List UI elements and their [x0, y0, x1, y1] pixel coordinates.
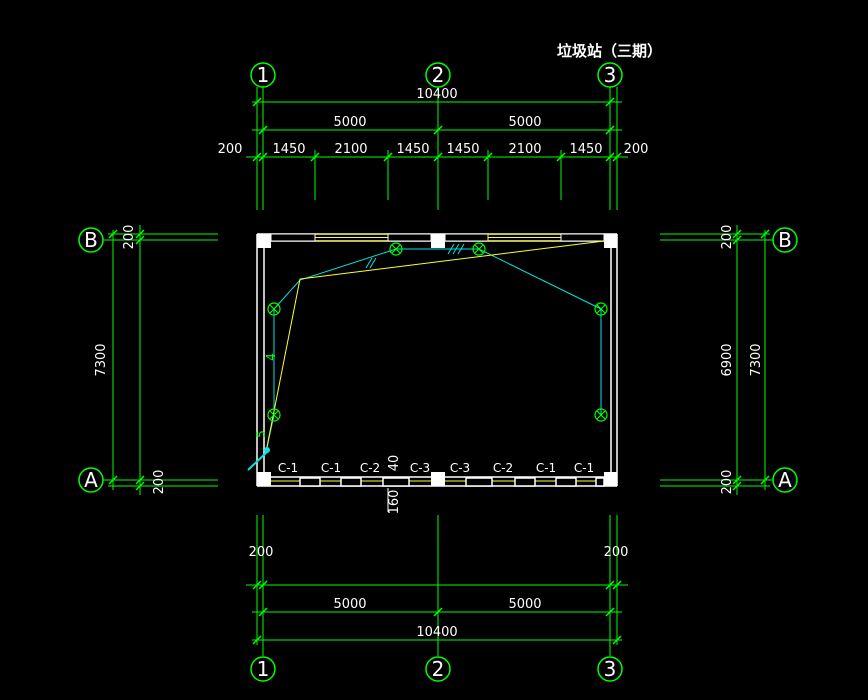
left-dim-ticks — [108, 229, 145, 491]
drawing-title: 垃圾站（三期） — [557, 42, 662, 60]
axis-label: B — [84, 228, 98, 252]
axis-label: 2 — [432, 63, 445, 87]
window-label: C-1 — [574, 461, 594, 475]
building-walls — [256, 233, 618, 487]
axis-label: A — [84, 468, 98, 492]
dim-top-span-1: 5000 — [333, 115, 366, 130]
dim-top-segment: 2100 — [508, 142, 541, 157]
dim-bottom-total: 10400 — [416, 625, 457, 640]
dim-small-40: 40 — [387, 455, 402, 472]
axis-bubble-1-top: 1 — [250, 62, 276, 88]
dim-left-top-offset: 200 — [122, 225, 137, 250]
dim-right-total: 7300 — [749, 343, 764, 376]
window-label: C-3 — [410, 461, 430, 475]
dim-bottom-right-offset: 200 — [604, 545, 629, 560]
window-label: C-1 — [536, 461, 556, 475]
axis-bubble-3-top: 3 — [597, 62, 623, 88]
axis-bubble-3-bottom: 3 — [597, 656, 623, 682]
dim-top-left-offset: 200 — [218, 142, 243, 157]
dim-top-segment: 1450 — [446, 142, 479, 157]
dim-top-right-offset: 200 — [624, 142, 649, 157]
left-dim-lines — [103, 225, 218, 495]
dim-right-bottom-offset: 200 — [720, 470, 735, 495]
axis-bubble-b-right: B — [772, 227, 798, 253]
window-label: C-2 — [493, 461, 513, 475]
axis-label: 3 — [604, 657, 617, 681]
dim-right-inner: 6900 — [720, 343, 735, 376]
wire-label-5: 5 — [254, 430, 268, 438]
axis-bubble-a-right: A — [772, 467, 798, 493]
axis-bubble-a-left: A — [78, 467, 104, 493]
axis-label: A — [778, 468, 792, 492]
dim-top-segment: 2100 — [334, 142, 367, 157]
window-label: C-1 — [278, 461, 298, 475]
dim-top-segment: 1450 — [396, 142, 429, 157]
dim-top-span-2: 5000 — [508, 115, 541, 130]
axis-label: B — [778, 228, 792, 252]
axis-label: 1 — [257, 63, 270, 87]
axis-bubble-2-bottom: 2 — [425, 656, 451, 682]
yellow-wiring — [265, 240, 605, 453]
wire-label-4: 4 — [264, 353, 278, 361]
dim-top-segment: 1450 — [272, 142, 305, 157]
dim-top-total: 10400 — [416, 87, 457, 102]
axis-bubble-2-top: 2 — [425, 62, 451, 88]
window-label: C-3 — [450, 461, 470, 475]
axis-label: 1 — [257, 657, 270, 681]
dim-left-bottom-offset: 200 — [152, 470, 167, 495]
dim-small-160: 160 — [387, 490, 402, 515]
dim-bottom-span-1: 5000 — [333, 597, 366, 612]
floor-plan-drawing: 垃圾站（三期） 1 2 3 10400 5000 5000 200 200 14… — [78, 42, 798, 682]
dim-top-segment: 1450 — [569, 142, 602, 157]
window-label: C-2 — [360, 461, 380, 475]
window-label: C-1 — [321, 461, 341, 475]
axis-bubble-b-left: B — [78, 227, 104, 253]
dim-left-total: 7300 — [94, 343, 109, 376]
axis-label: 3 — [604, 63, 617, 87]
axis-bubble-1-bottom: 1 — [250, 656, 276, 682]
axis-label: 2 — [432, 657, 445, 681]
dim-right-top-offset: 200 — [720, 225, 735, 250]
dim-bottom-span-2: 5000 — [508, 597, 541, 612]
dim-bottom-left-offset: 200 — [249, 545, 274, 560]
cyan-wiring — [265, 243, 602, 453]
